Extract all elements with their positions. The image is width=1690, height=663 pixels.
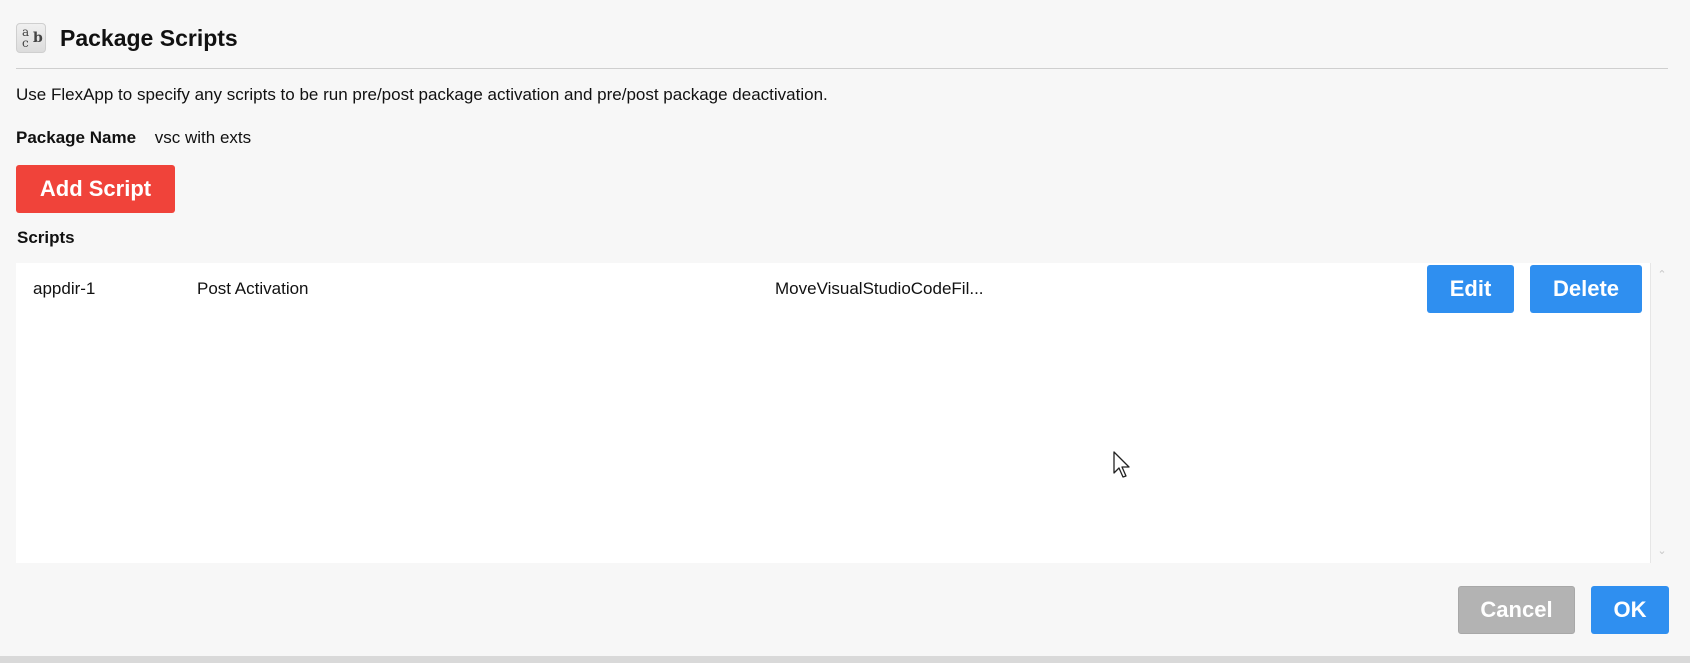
scripts-scrollbar[interactable]: ⌃ ⌄ xyxy=(1650,263,1672,563)
icon-glyph-c: c xyxy=(22,36,29,50)
add-script-button[interactable]: Add Script xyxy=(16,165,175,213)
package-scripts-dialog: a c b Package Scripts Use FlexApp to spe… xyxy=(0,0,1690,663)
scroll-up-icon[interactable]: ⌃ xyxy=(1656,269,1668,281)
ok-button[interactable]: OK xyxy=(1591,586,1669,634)
text-case-icon: a c b xyxy=(16,23,46,53)
scroll-down-icon[interactable]: ⌄ xyxy=(1656,545,1668,557)
dialog-bottom-edge xyxy=(0,656,1690,663)
edit-script-button[interactable]: Edit xyxy=(1427,265,1514,313)
delete-script-button[interactable]: Delete xyxy=(1530,265,1642,313)
scripts-label: Scripts xyxy=(17,228,75,247)
dialog-title: Package Scripts xyxy=(60,24,238,51)
script-file: MoveVisualStudioCodeFil... xyxy=(775,279,984,298)
icon-glyph-b: b xyxy=(33,30,43,46)
scripts-list: appdir-1 Post Activation MoveVisualStudi… xyxy=(16,263,1672,563)
script-row[interactable]: appdir-1 Post Activation MoveVisualStudi… xyxy=(16,263,1642,315)
package-name-value: vsc with exts xyxy=(154,128,252,147)
mouse-cursor-icon xyxy=(1113,451,1130,478)
cancel-button[interactable]: Cancel xyxy=(1458,586,1575,634)
script-name: appdir-1 xyxy=(33,279,96,298)
script-type: Post Activation xyxy=(197,279,309,298)
dialog-description: Use FlexApp to specify any scripts to be… xyxy=(16,85,828,104)
package-name-row: Package Name vsc with exts xyxy=(16,128,251,148)
package-name-label: Package Name xyxy=(16,128,137,147)
header-divider xyxy=(16,68,1668,69)
dialog-header: a c b Package Scripts xyxy=(16,18,238,58)
